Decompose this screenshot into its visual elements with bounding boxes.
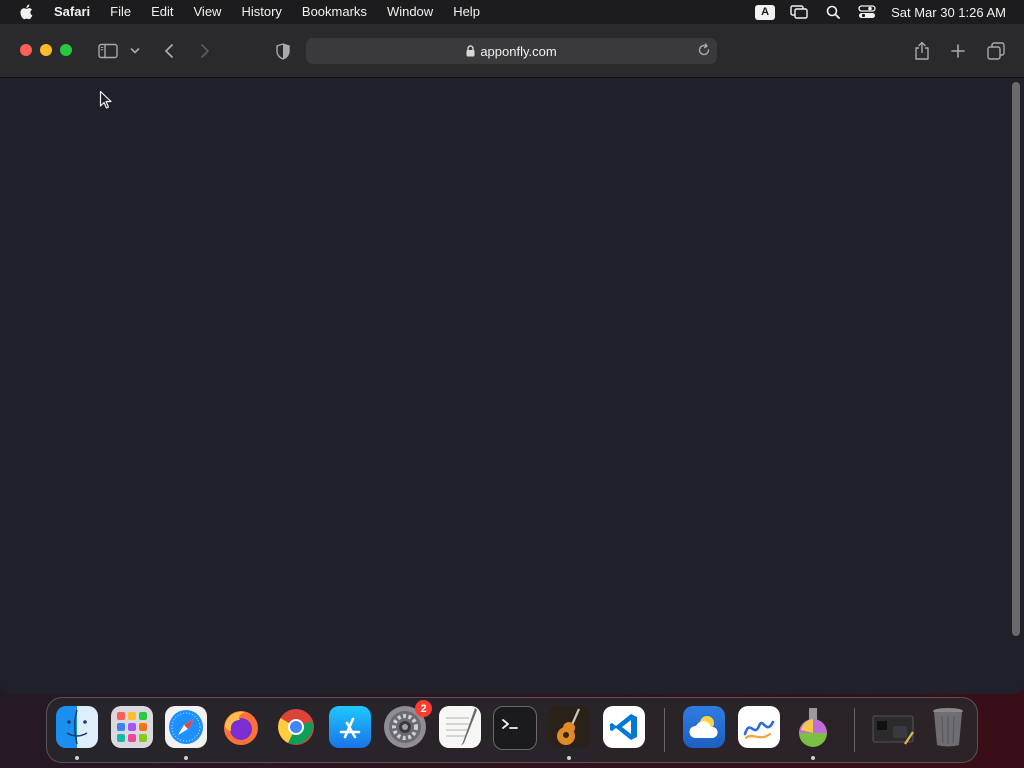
- menu-bar: Safari File Edit View History Bookmarks …: [0, 0, 1024, 24]
- dock-firefox-icon[interactable]: [220, 706, 262, 748]
- menu-app-safari[interactable]: Safari: [48, 0, 100, 24]
- url-text: apponfly.com: [480, 43, 557, 59]
- menu-history[interactable]: History: [231, 0, 291, 24]
- running-indicator: [184, 756, 188, 760]
- dock-separator: [854, 708, 855, 752]
- dock-trash-icon[interactable]: [927, 706, 969, 748]
- close-window-button[interactable]: [20, 44, 32, 56]
- menu-view[interactable]: View: [184, 0, 232, 24]
- dock-chrome-icon[interactable]: [275, 706, 317, 748]
- dock-garageband-icon[interactable]: [548, 706, 590, 760]
- scrollbar-thumb[interactable]: [1012, 82, 1020, 636]
- running-indicator: [567, 756, 571, 760]
- reload-icon[interactable]: [697, 43, 711, 57]
- menu-edit[interactable]: Edit: [141, 0, 183, 24]
- minimize-window-button[interactable]: [40, 44, 52, 56]
- vertical-scrollbar[interactable]: [1008, 78, 1024, 694]
- apple-menu-icon[interactable]: [16, 0, 36, 24]
- notification-badge: 2: [415, 700, 432, 717]
- privacy-shield-icon[interactable]: [273, 38, 293, 64]
- control-center-icon[interactable]: [857, 4, 877, 20]
- dock-separator: [664, 708, 665, 752]
- dock-terminal-icon[interactable]: [493, 706, 537, 750]
- running-indicator: [811, 756, 815, 760]
- lock-icon: [466, 45, 475, 57]
- dock: 2: [46, 697, 978, 763]
- menu-file[interactable]: File: [100, 0, 141, 24]
- dock-launchpad-icon[interactable]: [111, 706, 153, 748]
- input-source-icon[interactable]: A: [755, 4, 776, 20]
- tab-overview-icon[interactable]: [985, 38, 1007, 64]
- running-indicator: [75, 756, 79, 760]
- share-icon[interactable]: [912, 38, 932, 64]
- screen-mirroring-icon[interactable]: [789, 4, 809, 20]
- dock-downloads-stack-icon[interactable]: [871, 706, 917, 748]
- zoom-window-button[interactable]: [60, 44, 72, 56]
- forward-chevron-icon[interactable]: [196, 38, 214, 64]
- menu-clock[interactable]: Sat Mar 30 1:26 AM: [891, 5, 1006, 20]
- address-bar[interactable]: apponfly.com: [306, 38, 717, 64]
- web-content[interactable]: [0, 78, 1008, 694]
- safari-toolbar: apponfly.com: [0, 24, 1024, 78]
- dock-system-preferences-icon[interactable]: 2: [384, 700, 432, 748]
- sidebar-toggle-icon[interactable]: [96, 38, 120, 64]
- chevron-down-icon[interactable]: [128, 38, 142, 64]
- dock-freeform-icon[interactable]: [738, 706, 780, 748]
- dock-app-store-icon[interactable]: [329, 706, 371, 748]
- dock-automator-icon[interactable]: [792, 706, 834, 760]
- safari-window: apponfly.com: [0, 24, 1024, 694]
- back-chevron-icon[interactable]: [160, 38, 178, 64]
- dock-weather-icon[interactable]: [683, 706, 725, 748]
- dock-vscode-icon[interactable]: [603, 706, 645, 748]
- menu-help[interactable]: Help: [443, 0, 490, 24]
- menu-window[interactable]: Window: [377, 0, 443, 24]
- menu-bookmarks[interactable]: Bookmarks: [292, 0, 377, 24]
- new-tab-plus-icon[interactable]: [948, 38, 968, 64]
- dock-safari-icon[interactable]: [165, 706, 207, 760]
- spotlight-search-icon[interactable]: [823, 4, 843, 20]
- dock-finder-icon[interactable]: [56, 706, 98, 760]
- mouse-pointer-icon: [99, 90, 113, 115]
- dock-textedit-icon[interactable]: [439, 706, 481, 748]
